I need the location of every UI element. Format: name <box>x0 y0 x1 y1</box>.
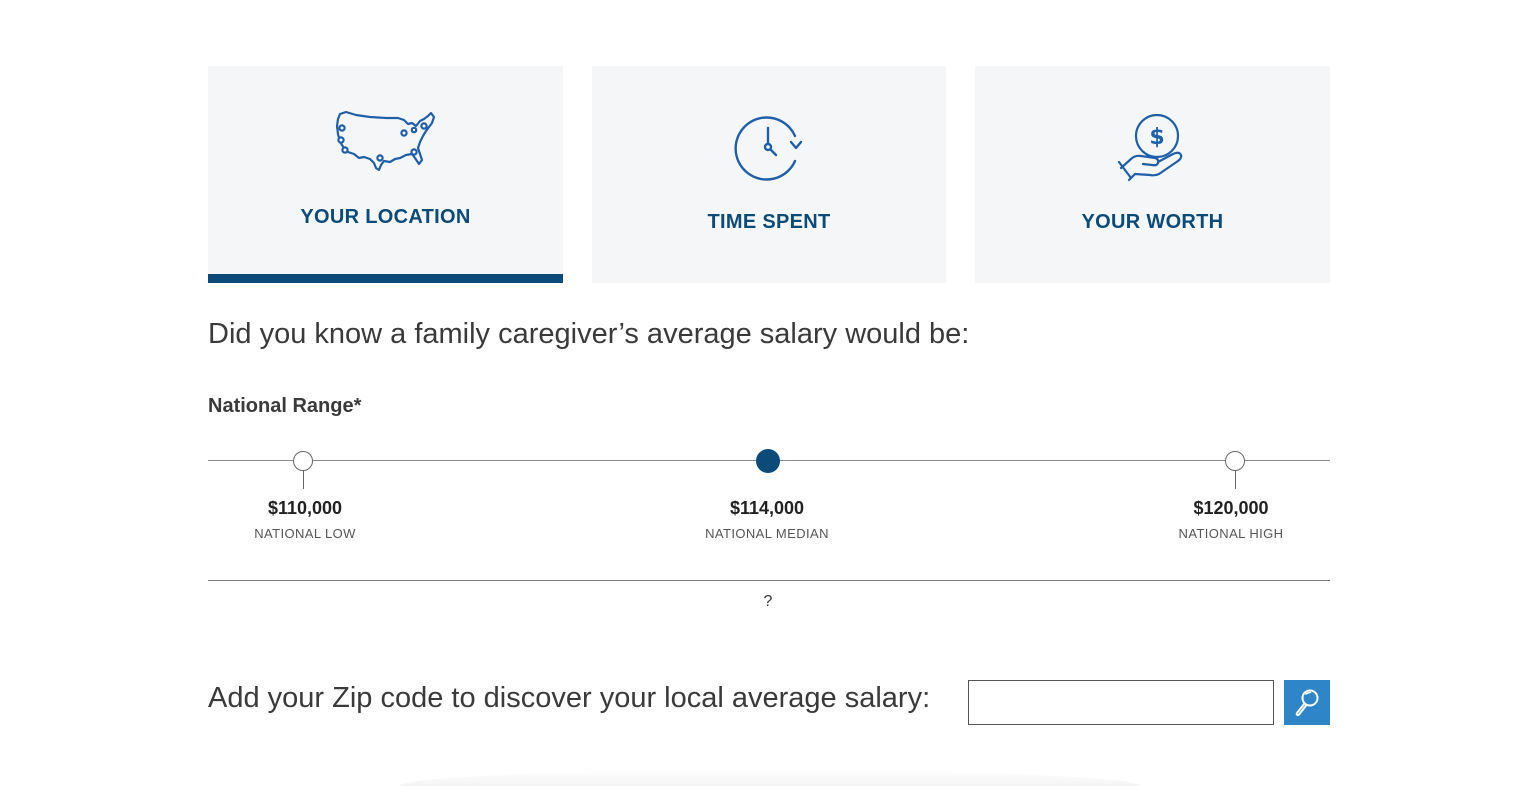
tab-label: YOUR LOCATION <box>300 206 471 228</box>
median-marker <box>756 449 780 473</box>
clock-icon <box>733 114 805 189</box>
high-value: $120,000 <box>1193 498 1269 518</box>
low-label: NATIONAL LOW <box>254 526 356 541</box>
salary-question: Did you know a family caregiver’s averag… <box>208 318 970 350</box>
card-edge <box>400 770 1140 786</box>
range-title: National Range* <box>208 395 362 417</box>
high-marker-stem <box>1235 470 1236 489</box>
tab-label: TIME SPENT <box>707 211 831 233</box>
low-marker <box>293 451 313 471</box>
help-link[interactable]: ? <box>758 593 778 611</box>
tab-your-location[interactable]: YOUR LOCATION <box>208 66 563 283</box>
median-value: $114,000 <box>729 498 805 518</box>
tab-your-worth[interactable]: $ YOUR WORTH <box>975 66 1330 283</box>
hand-coin-icon: $ <box>1117 112 1189 189</box>
section-divider <box>208 580 1330 581</box>
high-label: NATIONAL HIGH <box>1178 526 1284 541</box>
tab-label: YOUR WORTH <box>1081 211 1224 233</box>
zip-prompt: Add your Zip code to discover your local… <box>208 682 931 714</box>
zip-search-button[interactable] <box>1284 680 1330 725</box>
median-label: NATIONAL MEDIAN <box>705 526 829 541</box>
low-marker-stem <box>303 470 304 489</box>
high-marker <box>1225 451 1245 471</box>
tab-bar: YOUR LOCATION TIME SPENT $ YOUR WORTH <box>208 66 1330 283</box>
low-value: $110,000 <box>267 498 343 518</box>
tab-time-spent[interactable]: TIME SPENT <box>592 66 946 283</box>
usa-map-icon <box>334 108 438 179</box>
svg-text:$: $ <box>1149 125 1164 150</box>
zip-code-input[interactable] <box>968 680 1274 725</box>
caregiver-salary-page: YOUR LOCATION TIME SPENT $ YOUR WORTH Di… <box>0 0 1536 786</box>
